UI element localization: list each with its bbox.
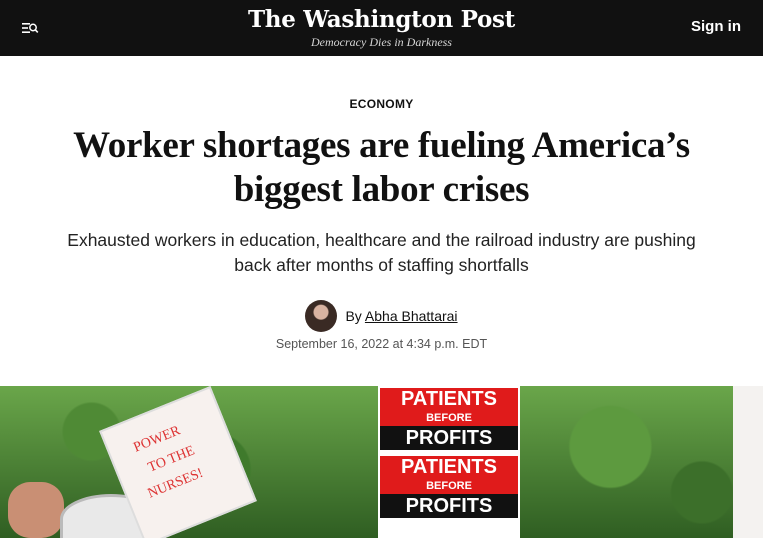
byline-text: By Abha Bhattarai <box>345 308 457 324</box>
site-logo[interactable]: The Washington Post <box>0 6 763 34</box>
sign-line-profits: PROFITS <box>380 426 518 450</box>
article-subheadline: Exhausted workers in education, healthca… <box>67 230 696 275</box>
section-label[interactable]: ECONOMY <box>0 97 763 111</box>
photo-sign-right-edge <box>733 386 763 538</box>
photo-hand <box>8 482 64 538</box>
sign-line-patients: PATIENTS <box>380 388 518 410</box>
byline: By Abha Bhattarai <box>0 300 763 332</box>
lead-photo[interactable]: POWER TO THE NURSES! PATIENTS BEFORE PRO… <box>0 386 763 538</box>
sign-in-button[interactable]: Sign in <box>691 18 741 35</box>
sign-center-block-2: PATIENTS BEFORE PROFITS <box>380 456 518 518</box>
sign-center-block-1: PATIENTS BEFORE PROFITS <box>380 388 518 450</box>
publish-date: September 16, 2022 at 4:34 p.m. EDT <box>275 337 488 351</box>
sign-line-before: BEFORE <box>380 410 518 426</box>
byline-prefix: By <box>345 308 362 324</box>
top-navigation-bar: The Washington Post Democracy Dies in Da… <box>0 0 763 56</box>
article-headline: Worker shortages are fueling America’s b… <box>73 125 690 210</box>
site-tagline: Democracy Dies in Darkness <box>311 35 452 49</box>
sign-line-before-2: BEFORE <box>380 478 518 494</box>
brand-block: The Washington Post Democracy Dies in Da… <box>0 6 763 50</box>
author-link[interactable]: Abha Bhattarai <box>365 308 458 324</box>
author-avatar[interactable] <box>305 300 338 332</box>
sign-line-patients-2: PATIENTS <box>380 456 518 478</box>
photo-sign-patients-before-profits: PATIENTS BEFORE PROFITS PATIENTS BEFORE … <box>378 386 520 538</box>
sign-line-profits-2: PROFITS <box>380 494 518 518</box>
